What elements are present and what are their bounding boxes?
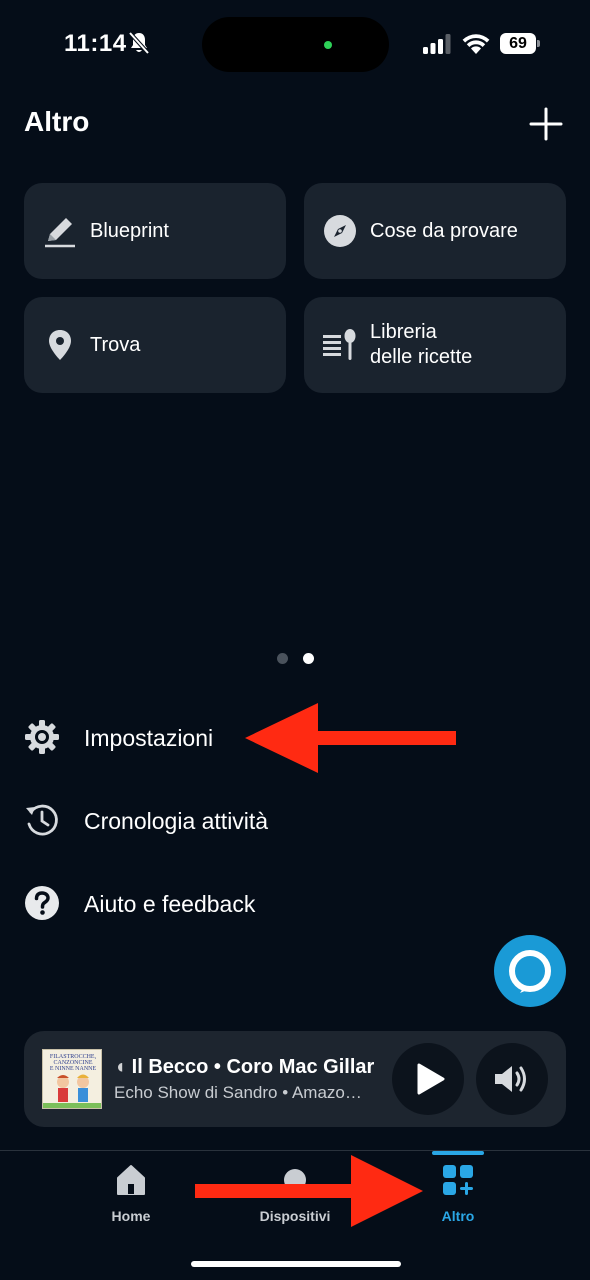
tile-cose-da-provare[interactable]: Cose da provare (304, 183, 566, 279)
menu-item-cronologia[interactable]: Cronologia attività (0, 790, 590, 850)
tab-label: Home (111, 1208, 151, 1224)
menu-label: Impostazioni (84, 725, 214, 751)
history-icon (26, 804, 58, 836)
play-icon (417, 1063, 445, 1095)
compass-icon (324, 215, 356, 247)
page-dot-2-active[interactable] (303, 653, 314, 664)
status-bar: 11:14 69 (0, 0, 590, 90)
alexa-icon (509, 950, 551, 993)
tile-label: Trova (90, 334, 141, 356)
annotation-arrow-right (195, 1155, 423, 1227)
now-playing-bar[interactable]: FILASTROCCHE, CANZONCINE E NINNE NANNE ◖… (24, 1031, 566, 1127)
play-button[interactable] (392, 1043, 464, 1115)
battery-indicator: 69 (500, 33, 540, 54)
volume-button[interactable] (476, 1043, 548, 1115)
tile-label: Libreria delle ricette (370, 320, 550, 370)
album-art: FILASTROCCHE, CANZONCINE E NINNE NANNE (42, 1049, 102, 1109)
camera-indicator-dot (324, 41, 332, 49)
wifi-icon (462, 34, 490, 54)
tile-label-line1: Libreria (370, 321, 437, 343)
svg-text:E NINNE NANNE: E NINNE NANNE (50, 1066, 97, 1072)
track-title-text: Il Becco • Coro Mac Gillar (131, 1056, 375, 1078)
menu-item-aiuto[interactable]: Aiuto e feedback (0, 873, 590, 933)
battery-level: 69 (500, 33, 536, 54)
dynamic-island (202, 17, 389, 72)
tile-blueprint[interactable]: Blueprint (24, 183, 286, 279)
gear-icon (25, 720, 59, 754)
tile-libreria-ricette[interactable]: Libreria delle ricette (304, 297, 566, 393)
page-dot-1[interactable] (277, 653, 288, 664)
cellular-signal-icon (423, 34, 451, 54)
add-button[interactable] (528, 106, 564, 142)
track-subtitle: Echo Show di Sandro • Amazo… (114, 1083, 362, 1102)
home-indicator[interactable] (191, 1261, 401, 1267)
tile-label-line2: delle ricette (370, 346, 473, 368)
tile-trova[interactable]: Trova (24, 297, 286, 393)
track-title: ◖ Il Becco • Coro Mac Gillar (114, 1056, 384, 1079)
album-art-image: FILASTROCCHE, CANZONCINE E NINNE NANNE (43, 1050, 101, 1108)
page-title: Altro (24, 106, 90, 137)
tile-label: Blueprint (90, 220, 169, 242)
battery-tip (537, 40, 540, 47)
alexa-button[interactable] (494, 935, 566, 1007)
tab-home[interactable]: Home (71, 1151, 191, 1231)
track-title-prefix: ◖ (114, 1056, 127, 1078)
speaker-icon (495, 1066, 526, 1092)
menu-label: Aiuto e feedback (84, 891, 256, 917)
annotation-arrow-left (245, 703, 456, 773)
menu-label: Cronologia attività (84, 808, 269, 834)
home-icon (117, 1165, 145, 1195)
pencil-icon (45, 218, 75, 248)
location-pin-icon (49, 330, 71, 360)
more-grid-icon (443, 1165, 473, 1195)
status-time: 11:14 (64, 30, 127, 57)
help-icon (25, 886, 59, 920)
tile-label: Cose da provare (370, 220, 518, 242)
bell-muted-icon (128, 31, 150, 55)
recipe-library-icon (323, 329, 356, 360)
